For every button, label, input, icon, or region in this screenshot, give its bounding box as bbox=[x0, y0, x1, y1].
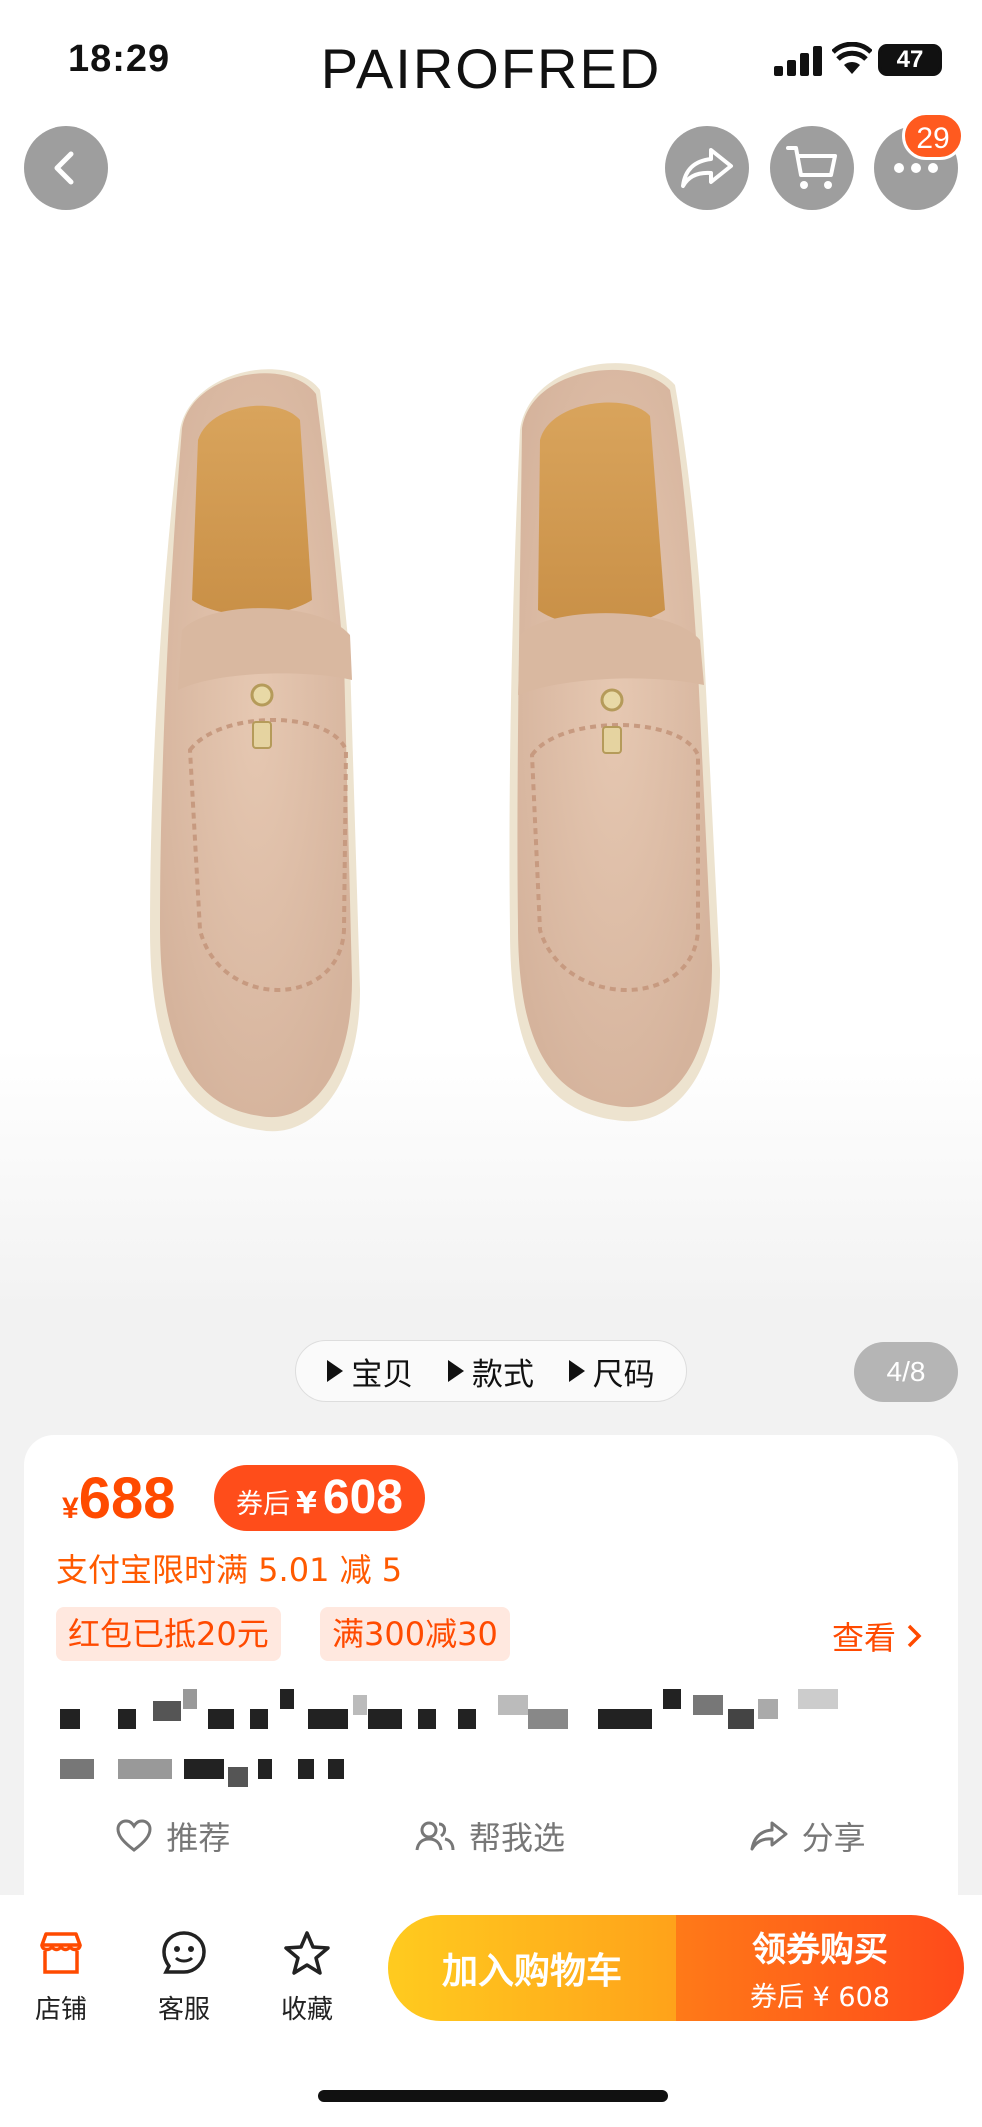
home-indicator[interactable] bbox=[318, 2090, 668, 2102]
tab-label: 尺码 bbox=[592, 1356, 655, 1393]
obscured-title-line-2 bbox=[58, 1745, 458, 1793]
nav-customer-service[interactable]: 客服 bbox=[139, 1925, 229, 2026]
wifi-icon bbox=[832, 42, 872, 74]
cart-icon bbox=[786, 146, 837, 189]
buy-with-coupon-button[interactable]: 领券购买 券后 ¥ 608 bbox=[676, 1915, 964, 2021]
cart-button[interactable] bbox=[770, 126, 854, 210]
help-me-choose-button[interactable]: 帮我选 bbox=[415, 1813, 565, 1859]
tab-label: 宝贝 bbox=[351, 1356, 414, 1393]
service-icon bbox=[162, 1931, 206, 1974]
status-bar: 18:29 PAIROFRED 47 bbox=[0, 0, 982, 120]
tab-style[interactable]: 款式 bbox=[447, 1349, 534, 1394]
store-icon bbox=[40, 1932, 82, 1974]
product-image-area[interactable]: 18:29 PAIROFRED 47 29 bbox=[0, 0, 982, 1310]
buy-subtitle: 券后 ¥ 608 bbox=[750, 1982, 890, 2013]
nav-favorite-label: 收藏 bbox=[280, 1995, 333, 2025]
share-arrow-icon bbox=[681, 148, 733, 188]
nav-store[interactable]: 店铺 bbox=[16, 1925, 106, 2026]
recommend-button[interactable]: 推荐 bbox=[116, 1813, 230, 1859]
coupon-currency: ¥ bbox=[296, 1486, 317, 1521]
tab-baobei[interactable]: 宝贝 bbox=[327, 1349, 413, 1394]
star-icon bbox=[284, 1931, 330, 1975]
price-currency: ¥ bbox=[62, 1492, 79, 1525]
play-triangle-icon bbox=[327, 1360, 344, 1382]
buy-title: 领券购买 bbox=[752, 1930, 888, 1970]
heart-icon bbox=[116, 1819, 152, 1852]
signal-icon bbox=[774, 46, 822, 76]
chevron-left-icon bbox=[54, 151, 74, 185]
nav-store-label: 店铺 bbox=[34, 1995, 87, 2025]
share-action-button[interactable]: 分享 bbox=[750, 1813, 866, 1859]
add-to-cart-button[interactable]: 加入购物车 bbox=[388, 1915, 676, 2021]
battery-indicator: 47 bbox=[878, 44, 942, 76]
product-info-card: ¥688 券后 ¥ 608 支付宝限时满 5.01 减 5 红包已抵20元 满3… bbox=[24, 1435, 958, 1915]
image-counter: 4/8 bbox=[854, 1342, 958, 1402]
obscured-title-line-1 bbox=[58, 1685, 938, 1733]
people-icon bbox=[415, 1821, 455, 1851]
nav-service-label: 客服 bbox=[157, 1995, 210, 2025]
current-price: ¥688 bbox=[62, 1465, 175, 1532]
view-more-link[interactable]: 查看 bbox=[832, 1613, 922, 1659]
coupon-label: 券后 bbox=[236, 1489, 290, 1520]
purchase-buttons: 加入购物车 领券购买 券后 ¥ 608 bbox=[388, 1915, 964, 2021]
play-triangle-icon bbox=[447, 1360, 464, 1382]
tag-red-packet[interactable]: 红包已抵20元 bbox=[56, 1607, 281, 1661]
nav-favorite[interactable]: 收藏 bbox=[262, 1925, 352, 2026]
share-button[interactable] bbox=[665, 126, 749, 210]
chevron-right-icon bbox=[907, 1624, 922, 1648]
help-me-choose-label: 帮我选 bbox=[468, 1819, 565, 1857]
action-row: 推荐 帮我选 分享 bbox=[24, 1813, 958, 1859]
cart-count-badge: 29 bbox=[902, 112, 964, 160]
share-icon bbox=[750, 1821, 788, 1851]
play-triangle-icon bbox=[568, 1360, 585, 1382]
tab-label: 款式 bbox=[471, 1356, 534, 1393]
gallery-tabs: 宝贝 款式 尺码 bbox=[295, 1340, 687, 1402]
tab-size[interactable]: 尺码 bbox=[568, 1349, 655, 1394]
more-dots-icon bbox=[894, 163, 938, 173]
price-value: 688 bbox=[78, 1466, 176, 1531]
tag-discount[interactable]: 满300减30 bbox=[320, 1607, 510, 1661]
coupon-price-pill[interactable]: 券后 ¥ 608 bbox=[214, 1465, 425, 1531]
alipay-promo[interactable]: 支付宝限时满 5.01 减 5 bbox=[56, 1545, 402, 1591]
view-more-label: 查看 bbox=[831, 1619, 896, 1657]
back-button[interactable] bbox=[24, 126, 108, 210]
recommend-label: 推荐 bbox=[166, 1819, 231, 1857]
product-photo-loafers bbox=[150, 363, 720, 1132]
share-label: 分享 bbox=[801, 1819, 866, 1857]
coupon-price: 608 bbox=[322, 1471, 403, 1524]
